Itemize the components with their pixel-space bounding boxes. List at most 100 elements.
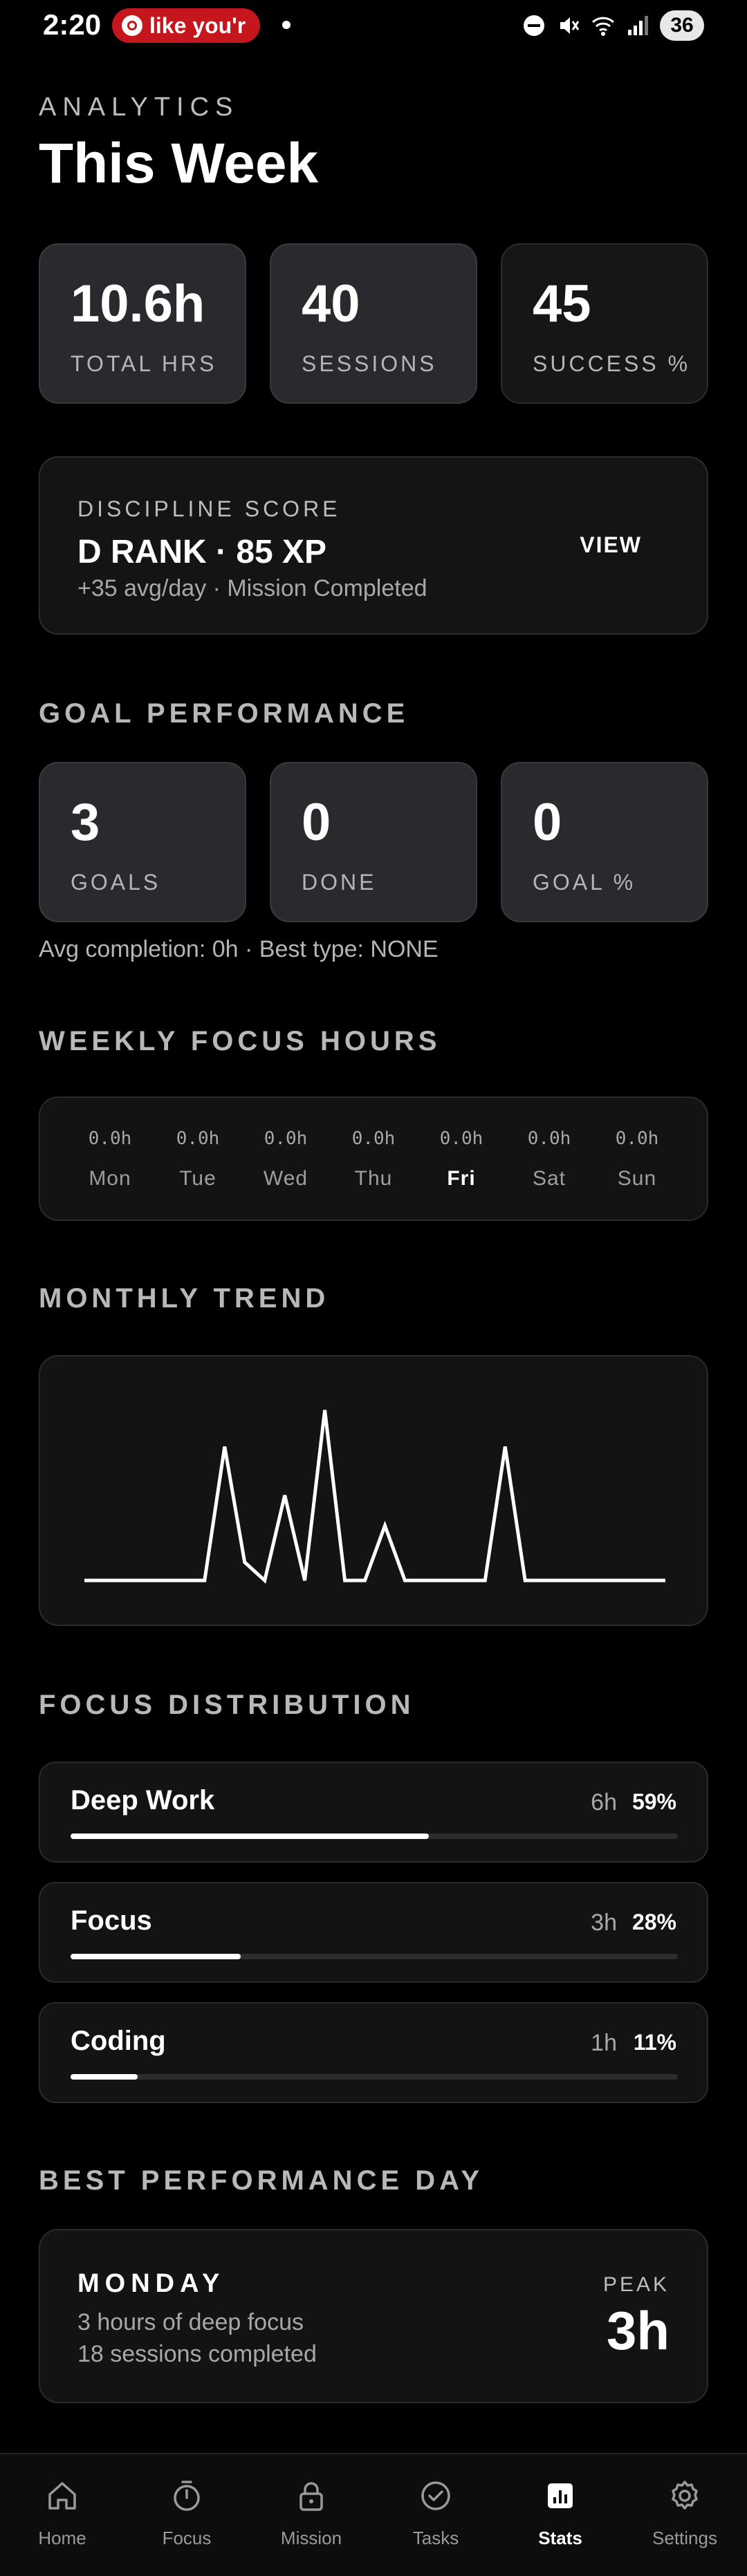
weekly-focus-title: WEEKLY FOCUS HOURS <box>39 1026 441 1056</box>
goal-card-percent[interactable]: 0 GOAL % <box>501 762 708 922</box>
distribution-fill <box>71 2074 138 2080</box>
day-wed[interactable]: 0.0h Wed <box>248 1098 324 1220</box>
goal-performance-title: GOAL PERFORMANCE <box>39 698 409 729</box>
distribution-track <box>71 1954 678 1959</box>
distribution-name: Focus <box>71 1905 152 1936</box>
best-day-card[interactable]: MONDAY 3 hours of deep focus 18 sessions… <box>39 2229 708 2403</box>
notification-text: like you'r <box>149 12 246 38</box>
nav-label: Mission <box>280 2528 342 2548</box>
goal-stats: 3 GOALS 0 DONE 0 GOAL % <box>39 762 708 922</box>
stat-value: 10.6h <box>71 274 205 333</box>
distribution-track <box>71 1833 678 1839</box>
stat-value: 3 <box>71 793 100 852</box>
distribution-item-deep-work[interactable]: Deep Work 6h 59% <box>39 1762 708 1863</box>
day-thu[interactable]: 0.0h Thu <box>335 1098 412 1220</box>
day-mon[interactable]: 0.0h Mon <box>72 1098 148 1220</box>
day-hours: 0.0h <box>527 1128 571 1149</box>
day-hours: 0.0h <box>439 1128 483 1149</box>
distribution-percent: 59% <box>631 1789 676 1814</box>
goal-card-goals[interactable]: 3 GOALS <box>39 762 246 922</box>
nav-label: Focus <box>162 2528 212 2548</box>
summary-stats: 10.6h TOTAL HRS 40 SESSIONS 45 SUCCESS % <box>39 243 708 404</box>
target-icon <box>122 15 142 36</box>
nav-focus[interactable]: Focus <box>124 2454 249 2576</box>
day-sun[interactable]: 0.0h Sun <box>599 1098 675 1220</box>
stat-card-success[interactable]: 45 SUCCESS % <box>501 243 708 404</box>
day-name: Sat <box>532 1167 566 1190</box>
page-title: This Week <box>39 132 319 195</box>
view-button[interactable]: VIEW <box>580 532 642 558</box>
stat-label: SUCCESS % <box>533 351 691 376</box>
stat-label: SESSIONS <box>302 351 437 376</box>
status-icons: 36 <box>522 10 704 41</box>
distribution-item-focus[interactable]: Focus 3h 28% <box>39 1882 708 1983</box>
best-day-detail-hours: 3 hours of deep focus <box>77 2309 304 2335</box>
trend-series-line <box>84 1410 665 1584</box>
wifi-icon <box>591 17 615 36</box>
peak-value: 3h <box>606 2300 670 2361</box>
distribution-hours: 6h <box>591 1789 617 1816</box>
nav-tasks[interactable]: Tasks <box>374 2454 498 2576</box>
mute-icon <box>560 17 580 34</box>
discipline-subtitle: +35 avg/day · Mission Completed <box>77 575 427 601</box>
discipline-eyebrow: DISCIPLINE SCORE <box>77 496 341 521</box>
gear-icon <box>672 2481 698 2510</box>
notification-pill[interactable]: like you'r <box>112 8 260 43</box>
distribution-fill <box>71 1833 430 1839</box>
stat-value: 0 <box>302 793 331 852</box>
day-name: Mon <box>89 1167 131 1190</box>
nav-label: Tasks <box>412 2528 459 2548</box>
peak-label: PEAK <box>602 2273 670 2296</box>
home-icon <box>48 2482 76 2510</box>
lock-icon <box>299 2482 323 2511</box>
day-hours: 0.0h <box>176 1128 220 1149</box>
distribution-name: Deep Work <box>71 1785 215 1816</box>
status-bar: 2:20 like you'r 36 <box>0 0 747 53</box>
nav-home[interactable]: Home <box>0 2454 124 2576</box>
stat-card-total-hours[interactable]: 10.6h TOTAL HRS <box>39 243 246 404</box>
day-hours: 0.0h <box>351 1128 396 1149</box>
timer-icon <box>174 2481 200 2511</box>
discipline-score-card[interactable]: DISCIPLINE SCORE D RANK · 85 XP +35 avg/… <box>39 456 708 635</box>
check-circle-icon <box>421 2481 450 2510</box>
distribution-name: Coding <box>71 2026 166 2056</box>
day-name: Sun <box>617 1167 657 1190</box>
stat-label: GOAL % <box>533 870 636 895</box>
stat-value: 40 <box>302 274 360 333</box>
distribution-hours: 3h <box>591 1910 617 1936</box>
status-time: 2:20 <box>43 8 102 41</box>
monthly-trend-title: MONTHLY TREND <box>39 1283 330 1314</box>
best-day-name: MONDAY <box>77 2269 225 2298</box>
day-name: Wed <box>263 1167 308 1190</box>
stat-value: 45 <box>533 274 591 333</box>
day-sat[interactable]: 0.0h Sat <box>511 1098 587 1220</box>
weekly-focus-card: 0.0h Mon 0.0h Tue 0.0h Wed 0.0h Thu 0.0h Fri … <box>39 1096 708 1221</box>
best-day-title: BEST PERFORMANCE DAY <box>39 2165 484 2196</box>
stat-label: TOTAL HRS <box>71 351 217 376</box>
goal-card-done[interactable]: 0 DONE <box>270 762 477 922</box>
distribution-percent: 28% <box>631 1910 676 1934</box>
distribution-hours: 1h <box>591 2030 617 2056</box>
distribution-percent: 11% <box>633 2030 676 2055</box>
stat-label: DONE <box>302 870 377 895</box>
distribution-track <box>71 2074 678 2080</box>
day-tue[interactable]: 0.0h Tue <box>160 1098 236 1220</box>
day-name: Tue <box>179 1167 216 1190</box>
distribution-item-coding[interactable]: Coding 1h 11% <box>39 2002 708 2103</box>
battery-indicator: 36 <box>660 10 704 41</box>
distribution-fill <box>71 1954 241 1959</box>
bottom-nav: Home Focus Mission Tasks Stats Settings <box>0 2453 747 2576</box>
stat-label: GOALS <box>71 870 161 895</box>
page-eyebrow: ANALYTICS <box>39 93 239 122</box>
day-fri[interactable]: 0.0h Fri <box>423 1098 499 1220</box>
best-day-detail-sessions: 18 sessions completed <box>77 2341 317 2367</box>
stat-card-sessions[interactable]: 40 SESSIONS <box>270 243 477 404</box>
monthly-trend-card <box>39 1355 708 1626</box>
nav-label: Home <box>38 2528 86 2548</box>
nav-stats[interactable]: Stats <box>498 2454 622 2576</box>
nav-settings[interactable]: Settings <box>622 2454 747 2576</box>
focus-distribution-title: FOCUS DISTRIBUTION <box>39 1690 415 1720</box>
nav-mission[interactable]: Mission <box>249 2454 374 2576</box>
do-not-disturb-icon <box>524 15 544 36</box>
nav-label: Stats <box>538 2528 582 2548</box>
